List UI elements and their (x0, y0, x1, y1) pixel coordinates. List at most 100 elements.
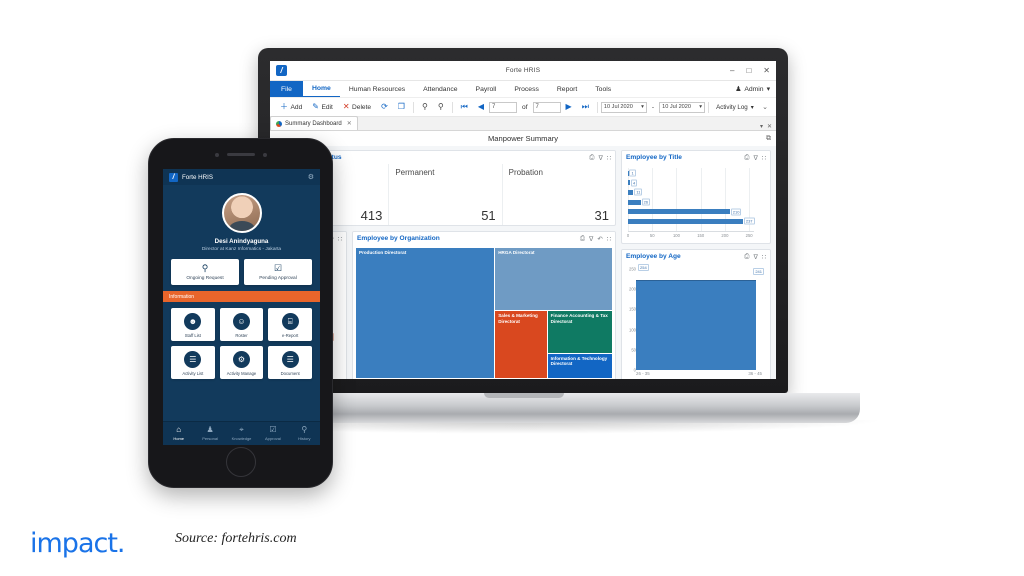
title-bar-chart[interactable]: 1 4 11 26 210 237 (622, 164, 770, 243)
menu-item-report[interactable]: Report (548, 81, 586, 97)
chevron-down-icon[interactable]: ▾ (760, 123, 763, 130)
page-of-label: of (522, 103, 528, 111)
tile-e-report[interactable]: ⌸ e-Report (268, 308, 312, 341)
treemap-label: HRGA Directorat (498, 250, 535, 255)
minimize-icon[interactable]: – (730, 66, 734, 75)
filter-icon[interactable]: ∇ (589, 235, 593, 243)
nav-item-home[interactable]: ⌂ Home (163, 426, 194, 442)
menu-item-process[interactable]: Process (505, 81, 548, 97)
treemap-cell-it[interactable]: Information & Technology Directorat (547, 353, 612, 378)
nav-item-knowledge[interactable]: ⌖ Knowledge (226, 426, 257, 442)
copy-button[interactable]: ❐ (393, 103, 410, 111)
dashboard-panels: Employment Status ⎙ ∇ ∷ (270, 146, 776, 379)
delete-button[interactable]: ✕ Delete (338, 103, 376, 111)
expand-icon[interactable]: ∷ (607, 235, 611, 243)
age-area-chart[interactable]: 254 241 (622, 263, 770, 379)
close-icon[interactable]: ✕ (763, 66, 770, 75)
panel-header: Employee by Title ⎙ ∇ ∷ (622, 151, 770, 164)
tile-activity-list[interactable]: ☰ Activity List (171, 346, 215, 379)
menu-item-payroll[interactable]: Payroll (467, 81, 506, 97)
advanced-search-button[interactable]: ⚲ (433, 103, 449, 111)
tile-staff-list[interactable]: ☻ Staff List (171, 308, 215, 341)
tile-roster[interactable]: ☺ Roster (219, 308, 264, 341)
export-icon[interactable]: ⎙ (744, 253, 749, 261)
menu-item-tools[interactable]: Tools (586, 81, 620, 97)
x-tick-label: 200 (721, 233, 729, 238)
bar-row[interactable]: 4 (628, 179, 638, 187)
stat-value: 51 (481, 208, 496, 223)
bar-row[interactable]: 26 (628, 198, 651, 206)
menu-item-file[interactable]: File (270, 81, 303, 97)
menu-item-home[interactable]: Home (302, 81, 340, 97)
account-menu[interactable]: ♟ Admin ▾ (735, 81, 776, 97)
expand-icon[interactable]: ∷ (762, 154, 766, 162)
profile-role: Director at Kanz Informatics - Jakarta (201, 247, 282, 252)
phone-profile: Desi Anindyaguna Director at Kanz Inform… (163, 185, 320, 252)
dashboard-title-row: Manpower Summary ⧉ (270, 131, 776, 146)
cross-icon: ✕ (342, 102, 350, 111)
chevron-down-icon: ▾ (641, 104, 644, 110)
filter-icon[interactable]: ∇ (754, 154, 758, 162)
nav-item-approval[interactable]: ☑ Approval (257, 426, 288, 442)
maximize-icon[interactable]: □ (746, 66, 751, 75)
tile-document[interactable]: ☰ Document (268, 346, 312, 379)
close-icon[interactable]: ✕ (347, 120, 352, 127)
page-number-input[interactable]: 7 (489, 101, 518, 113)
tile-activity-manage[interactable]: ⚙ Activity Manage (219, 346, 264, 379)
activity-log-dropdown[interactable]: Activity Log ▾ (712, 102, 758, 113)
menu-item-attendance[interactable]: Attendance (414, 81, 466, 97)
filter-icon[interactable]: ∇ (599, 154, 603, 162)
phone-mockup: / Forte HRIS ⚙ Desi Anindyaguna Director… (148, 138, 333, 488)
phone-body: / Forte HRIS ⚙ Desi Anindyaguna Director… (148, 138, 333, 488)
prev-page-button[interactable]: ◀ (473, 103, 489, 111)
expand-icon[interactable]: ∷ (607, 154, 611, 162)
treemap-cell-finance[interactable]: Finance Accounting & Tax Directorat (547, 311, 612, 353)
menu-item-human-resources[interactable]: Human Resources (340, 81, 414, 97)
stat-card-permanent[interactable]: Permanent 51 (388, 164, 501, 225)
nav-item-history[interactable]: ⚲ History (289, 426, 320, 442)
action-ongoing-request[interactable]: ⚲ Ongoing Request (171, 259, 239, 285)
panel-body: 1 4 11 26 210 237 0 50 100 150 200 250 (622, 164, 770, 243)
brand-text: impact (30, 528, 118, 559)
expand-icon[interactable]: ∷ (762, 253, 766, 261)
tab-summary-dashboard[interactable]: Summary Dashboard ✕ (270, 116, 358, 130)
gear-icon[interactable]: ⚙ (308, 173, 314, 181)
treemap-cell-sales-marketing[interactable]: Sales & Marketing Directorat (495, 311, 547, 378)
phone-header: / Forte HRIS ⚙ (163, 169, 320, 185)
bar-row[interactable]: 210 (628, 208, 742, 216)
toolbar-overflow-button[interactable]: ⌄ (762, 103, 771, 111)
treemap-cell-production[interactable]: Production Directorat (356, 248, 495, 378)
date-from-value: 10 Jul 2020 (603, 104, 633, 110)
chevron-down-icon: ▾ (750, 103, 754, 111)
nav-item-personal[interactable]: ♟ Personal (194, 426, 225, 442)
search-button[interactable]: ⚲ (417, 103, 433, 111)
bar-row[interactable]: 237 (628, 217, 755, 225)
first-page-button[interactable]: ⏮ (456, 103, 473, 111)
close-icon[interactable]: ✕ (767, 123, 772, 130)
home-button[interactable] (225, 447, 256, 477)
next-page-button[interactable]: ▶ (561, 103, 577, 111)
expand-icon[interactable]: ∷ (338, 235, 342, 243)
export-icon[interactable]: ⎙ (744, 154, 749, 162)
pin-icon[interactable]: ⧉ (766, 135, 771, 143)
bar-value-label: 210 (730, 208, 742, 216)
avatar[interactable] (221, 193, 262, 233)
filter-icon[interactable]: ∇ (754, 253, 758, 261)
x-tick-label: 100 (672, 233, 680, 238)
phone-app: / Forte HRIS ⚙ Desi Anindyaguna Director… (163, 169, 320, 445)
date-from-input[interactable]: 10 Jul 2020 ▾ (600, 101, 647, 113)
export-icon[interactable]: ⎙ (580, 235, 585, 243)
action-pending-approval[interactable]: ☑ Pending Approval (244, 259, 312, 285)
bar-row[interactable]: 11 (628, 188, 643, 196)
nav-label: Approval (265, 436, 281, 441)
stat-card-probation[interactable]: Probation 31 (501, 164, 615, 225)
activity-log-label: Activity Log (716, 103, 748, 111)
edit-button[interactable]: ✎ Edit (307, 103, 338, 111)
add-button[interactable]: ＋ Add (275, 103, 307, 111)
treemap-cell-hrga[interactable]: HRGA Directorat (495, 248, 612, 311)
reset-icon[interactable]: ↶ (597, 235, 602, 243)
date-to-input[interactable]: 10 Jul 2020 ▾ (659, 101, 706, 113)
export-icon[interactable]: ⎙ (589, 154, 594, 162)
refresh-button[interactable]: ⟳ (376, 103, 393, 111)
last-page-button[interactable]: ⏭ (577, 103, 594, 111)
